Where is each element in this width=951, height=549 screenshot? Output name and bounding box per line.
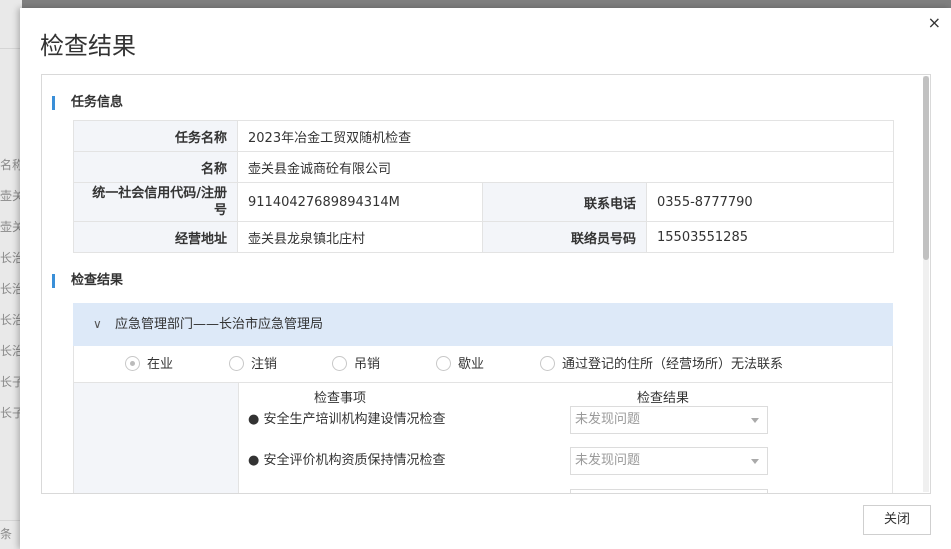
select-value: 未发现问题 bbox=[575, 453, 641, 468]
bg-row: 长治 bbox=[0, 282, 22, 296]
credit-code-label: 统一社会信用代码/注册号 bbox=[73, 182, 238, 222]
radio-circle-icon bbox=[332, 356, 347, 371]
department-name: 应急管理部门——长治市应急管理局 bbox=[115, 317, 324, 332]
check-items-area: 检查事项 检查结果 ● 安全生产培训机构建设情况检查 未发现问题 ● 安全评价机… bbox=[73, 383, 893, 493]
check-items-left-col bbox=[74, 383, 239, 493]
radio-label: 注销 bbox=[251, 357, 278, 372]
check-result-section-title: 检查结果 bbox=[52, 274, 123, 288]
select-value: 未发现问题 bbox=[575, 412, 641, 427]
phone-label: 联系电话 bbox=[482, 182, 647, 222]
bg-row: 长治 bbox=[0, 251, 22, 265]
check-result-select[interactable]: 未发现问题 bbox=[570, 406, 768, 434]
phone-value: 0355-8777790 bbox=[645, 182, 895, 222]
name-label: 名称 bbox=[73, 151, 238, 183]
radio-circle-icon bbox=[125, 356, 140, 371]
credit-code-value: 91140427689894314M bbox=[237, 182, 483, 222]
caret-down-icon bbox=[751, 418, 759, 423]
check-item-name: ● 安全生产培训机构建设情况检查 bbox=[248, 412, 446, 427]
radio-label: 在业 bbox=[147, 357, 174, 372]
check-item-header: 检查事项 bbox=[314, 391, 367, 406]
bg-row: 壶关 bbox=[0, 220, 22, 234]
check-result-select[interactable]: 未发现问题 bbox=[570, 447, 768, 475]
scrollbar-thumb[interactable] bbox=[923, 76, 929, 260]
chevron-down-icon: ∨ bbox=[93, 317, 102, 331]
close-button[interactable]: 关闭 bbox=[863, 505, 931, 535]
radio-label: 吊销 bbox=[354, 357, 381, 372]
task-info-section-title: 任务信息 bbox=[52, 96, 123, 110]
department-collapse-header[interactable]: ∨ 应急管理部门——长治市应急管理局 bbox=[73, 303, 893, 346]
radio-circle-icon bbox=[540, 356, 555, 371]
bg-bottom-text: 条 bbox=[0, 527, 13, 541]
radio-circle-icon bbox=[229, 356, 244, 371]
task-info-table: 任务名称 2023年冶金工贸双随机检查 名称 壶关县金诚商砼有限公司 统一社会信… bbox=[73, 120, 895, 253]
bg-row: 长子 bbox=[0, 406, 22, 420]
radio-label: 通过登记的住所（经营场所）无法联系 bbox=[562, 357, 784, 372]
bg-row: 长子 bbox=[0, 375, 22, 389]
close-icon[interactable]: × bbox=[928, 14, 941, 32]
bg-row: 壶关 bbox=[0, 189, 22, 203]
task-name-value: 2023年冶金工贸双随机检查 bbox=[236, 120, 895, 152]
liaison-value: 15503551285 bbox=[645, 221, 895, 253]
check-result-modal: × 检查结果 任务信息 任务名称 2023年冶金工贸双随机检查 名称 壶关县金诚… bbox=[20, 8, 951, 549]
bg-row: 长治 bbox=[0, 344, 22, 358]
address-value: 壶关县龙泉镇北庄村 bbox=[237, 221, 483, 253]
modal-content[interactable]: 任务信息 任务名称 2023年冶金工贸双随机检查 名称 壶关县金诚商砼有限公司 … bbox=[41, 74, 931, 494]
check-item-name: ● 安全评价机构资质保持情况检查 bbox=[248, 453, 446, 468]
bg-row: 长治 bbox=[0, 313, 22, 327]
address-label: 经营地址 bbox=[73, 221, 238, 253]
bg-row: 名称 bbox=[0, 158, 22, 172]
radio-circle-icon bbox=[436, 356, 451, 371]
task-name-label: 任务名称 bbox=[73, 120, 238, 152]
liaison-label: 联络员号码 bbox=[482, 221, 647, 253]
name-value: 壶关县金诚商砼有限公司 bbox=[236, 151, 895, 183]
modal-title: 检查结果 bbox=[40, 32, 136, 60]
business-status-radio-group: 在业 注销 吊销 歇业 通过登记的住所（经营场所）无法联系 bbox=[73, 346, 893, 383]
caret-down-icon bbox=[751, 459, 759, 464]
check-result-select[interactable] bbox=[570, 489, 768, 493]
background-page: 名称 壶关 壶关 长治 长治 长治 长治 长子 长子 条 bbox=[0, 0, 22, 549]
radio-label: 歇业 bbox=[458, 357, 485, 372]
check-result-header: 检查结果 bbox=[637, 391, 690, 406]
scrollbar[interactable] bbox=[923, 76, 929, 492]
